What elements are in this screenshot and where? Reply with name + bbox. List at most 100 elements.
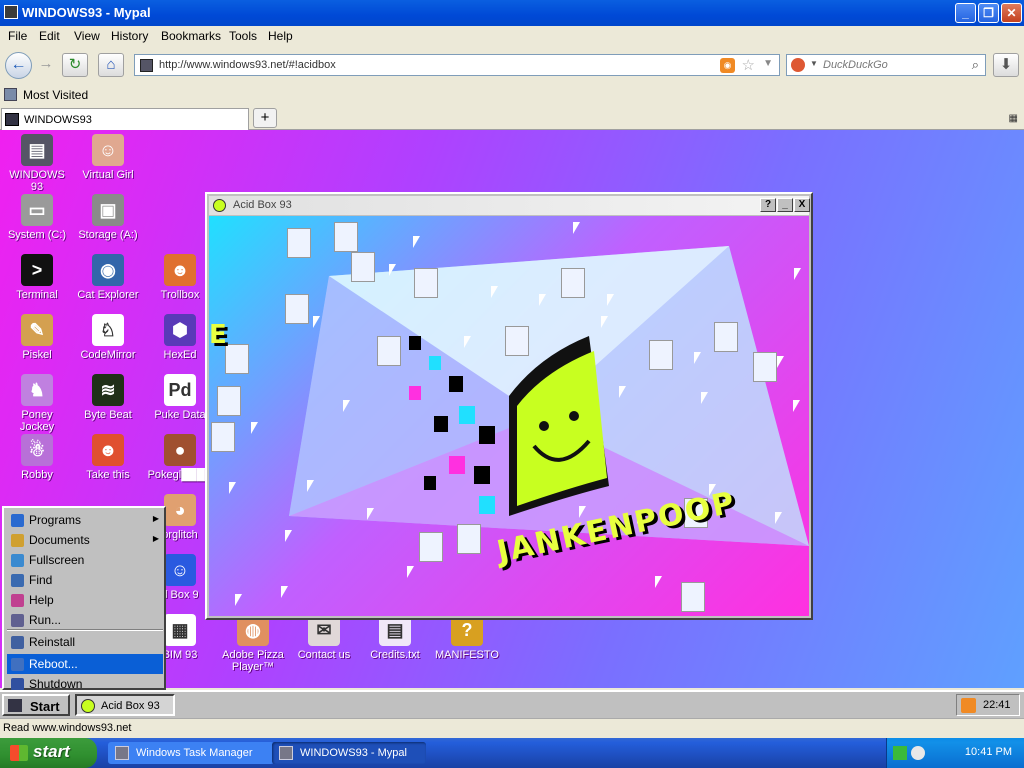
start-menu-item[interactable]: Documents ▶ (7, 530, 163, 550)
desktop-icon-label: Cat Explorer (77, 289, 139, 301)
url-text[interactable]: http://www.windows93.net/#!acidbox (159, 59, 336, 71)
tab-bar: WINDOWS93 + ▦ (0, 106, 1024, 130)
desktop-icon[interactable]: ☺ Virtual Girl (73, 134, 143, 181)
cursor-icon (343, 400, 350, 412)
bookmark-most-visited[interactable]: Most Visited (23, 88, 88, 102)
tab-windows93[interactable]: WINDOWS93 (1, 108, 249, 130)
desktop-icon[interactable]: ☻ Take this (73, 434, 143, 481)
back-arrow-icon[interactable]: ← (5, 52, 32, 79)
desktop-icon[interactable]: ▭ System (C:) (2, 194, 72, 241)
taskbar-item-acid-box[interactable]: Acid Box 93 (75, 694, 175, 716)
menu-item-label: Fullscreen (29, 553, 85, 567)
mypal-app-icon (4, 5, 18, 19)
desktop-icon[interactable]: ♞ Poney Jockey (2, 374, 72, 433)
url-bar[interactable]: http://www.windows93.net/#!acidbox ◉ ☆ ▼ (134, 54, 780, 76)
xp-start-button[interactable]: start (0, 738, 97, 768)
cursor-icon (794, 268, 801, 280)
search-engine-dropdown-icon[interactable]: ▼ (810, 59, 818, 68)
menu-bar: File Edit View History Bookmarks Tools H… (0, 26, 1024, 46)
desktop-icon[interactable]: ▣ Storage (A:) (73, 194, 143, 241)
menu-item-label: Programs (29, 513, 82, 527)
menu-item-label: Find (29, 573, 53, 587)
taskbar-item-mypal[interactable]: WINDOWS93 - Mypal (272, 742, 426, 764)
menu-item-label: Help (29, 593, 54, 607)
rss-feed-icon[interactable]: ◉ (720, 58, 735, 73)
cursor-icon (775, 512, 782, 524)
acid-box-title: Acid Box 93 (233, 199, 292, 211)
bookmarks-folder-icon (4, 88, 17, 101)
close-button[interactable]: X (794, 198, 810, 212)
close-button[interactable]: ✕ (1001, 3, 1022, 23)
taskbar-item-task-manager[interactable]: Windows Task Manager (108, 742, 274, 764)
tab-favicon (5, 113, 19, 126)
desktop-icon[interactable]: ♘ CodeMirror (73, 314, 143, 361)
desktop-icon[interactable]: ✎ Piskel (2, 314, 72, 361)
menu-help[interactable]: Help (268, 29, 293, 43)
pixel-block-shape (434, 416, 448, 432)
acid-box-canvas[interactable]: E JANKENPOOP (209, 216, 809, 616)
desktop-icon[interactable]: ☃ Robby (2, 434, 72, 481)
cursor-icon (229, 482, 236, 494)
cursor-icon (407, 566, 414, 578)
floating-document-icon (351, 252, 375, 282)
search-bar[interactable]: ▼ DuckDuckGo ⌕ (786, 54, 986, 76)
desktop-icon[interactable]: ≋ Byte Beat (73, 374, 143, 421)
menu-bookmarks[interactable]: Bookmarks (161, 29, 221, 43)
new-tab-button[interactable]: + (253, 108, 277, 128)
win93-start-button[interactable]: Start (2, 694, 70, 716)
minimize-button[interactable]: _ (777, 198, 793, 212)
desktop-icon[interactable]: > Terminal (2, 254, 72, 301)
volume-icon[interactable] (911, 746, 925, 760)
app-icon: ▣ (92, 194, 124, 226)
duckduckgo-icon[interactable] (791, 58, 805, 72)
start-menu-item[interactable]: Run... (7, 610, 163, 630)
desktop-icon-label: Robby (21, 469, 53, 481)
help-button[interactable]: ? (760, 198, 776, 212)
menu-history[interactable]: History (111, 29, 148, 43)
mypal-app-icon (279, 746, 293, 760)
desktop-icon[interactable]: ✉ Contact us (289, 614, 359, 661)
network-icon[interactable] (893, 746, 907, 760)
desktop-icon[interactable]: ? MANIFESTO (432, 614, 502, 661)
acid-box-title-bar[interactable]: Acid Box 93 ? _ X (209, 196, 810, 215)
smiley-icon (213, 199, 226, 212)
taskbar-item-label: Windows Task Manager (136, 747, 253, 759)
forward-arrow-icon[interactable]: → (33, 53, 59, 77)
reload-icon[interactable]: ↻ (62, 53, 88, 77)
menu-tools[interactable]: Tools (229, 29, 257, 43)
menu-item-icon (11, 554, 24, 567)
rss-icon[interactable] (961, 698, 976, 713)
start-menu-item[interactable]: Reinstall (7, 632, 163, 652)
desktop-icon[interactable]: ◍ Adobe Pizza Player™ (218, 614, 288, 673)
search-icon[interactable]: ⌕ (972, 57, 979, 73)
url-dropdown-icon[interactable]: ▼ (763, 58, 773, 69)
downloads-icon[interactable]: ⬇ (993, 53, 1019, 77)
menu-item-icon (11, 514, 24, 527)
menu-edit[interactable]: Edit (39, 29, 60, 43)
smiley-icon (81, 699, 95, 713)
desktop-icon[interactable]: ▤ WINDOWS 93 (2, 134, 72, 193)
glitch-letter-e: E (209, 320, 229, 350)
menu-view[interactable]: View (74, 29, 100, 43)
desktop-icon[interactable]: ▤ Credits.txt (360, 614, 430, 661)
menu-file[interactable]: File (8, 29, 27, 43)
cursor-icon (601, 316, 608, 328)
status-text: Read www.windows93.net (3, 722, 132, 734)
start-menu-item[interactable]: Help (7, 590, 163, 610)
start-menu-item[interactable]: Programs ▶ (7, 510, 163, 530)
cursor-icon (539, 294, 546, 306)
cursor-icon (307, 480, 314, 492)
home-icon[interactable]: ⌂ (98, 53, 124, 77)
list-all-tabs-icon[interactable]: ▦ (1009, 113, 1018, 124)
start-menu-item[interactable]: Find (7, 570, 163, 590)
windows-flag-icon (10, 745, 28, 761)
desktop-icon[interactable]: ◉ Cat Explorer (73, 254, 143, 301)
taskbar-item-label: Acid Box 93 (101, 700, 160, 712)
minimize-button[interactable]: _ (955, 3, 976, 23)
maximize-button[interactable]: ❐ (978, 3, 999, 23)
win93-start-label: Start (30, 699, 60, 714)
bookmark-star-icon[interactable]: ☆ (742, 56, 755, 74)
search-input[interactable]: DuckDuckGo (823, 59, 888, 71)
start-menu-item[interactable]: Fullscreen (7, 550, 163, 570)
start-menu-item[interactable]: Reboot... (7, 654, 163, 674)
